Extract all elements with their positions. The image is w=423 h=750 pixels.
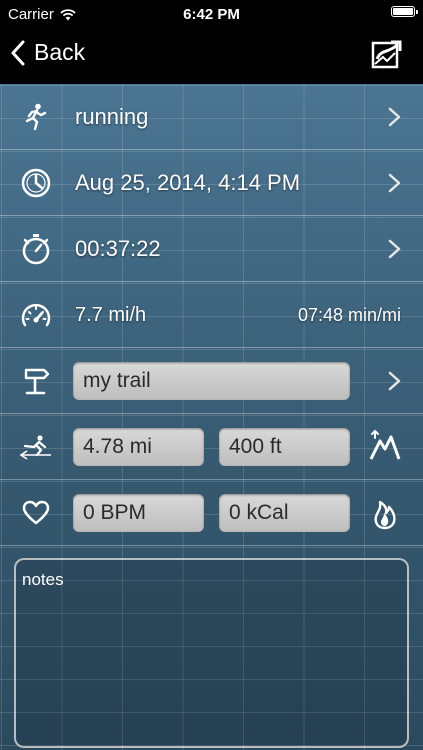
trail-sign-icon — [18, 363, 54, 399]
distance-field[interactable]: 4.78 mi — [73, 428, 204, 466]
status-bar: Carrier 6:42 PM — [0, 0, 423, 30]
datetime-value: Aug 25, 2014, 4:14 PM — [75, 170, 301, 195]
chevron-right-icon — [388, 239, 401, 259]
activity-value: running — [75, 104, 149, 129]
share-icon[interactable] — [371, 39, 403, 71]
row-activity[interactable]: running — [0, 84, 423, 150]
trail-name-field[interactable]: my trail — [73, 362, 350, 400]
chevron-right-icon — [388, 173, 401, 193]
navigation-bar: Back — [0, 30, 423, 84]
duration-value: 00:37:22 — [75, 236, 161, 261]
row-heart: 0 BPM 0 kCal — [0, 480, 423, 546]
heart-rate-field[interactable]: 0 BPM — [73, 494, 204, 532]
notes-textarea[interactable]: notes — [14, 558, 409, 748]
row-speed: 7.7 mi/h 07:48 min/mi — [0, 282, 423, 348]
elevation-field[interactable]: 400 ft — [219, 428, 350, 466]
status-right — [391, 6, 418, 17]
heart-icon — [18, 495, 54, 531]
battery-icon — [391, 6, 418, 17]
notes-placeholder: notes — [22, 570, 64, 589]
calories-field[interactable]: 0 kCal — [219, 494, 350, 532]
speedometer-icon — [18, 297, 54, 333]
row-duration[interactable]: 00:37:22 — [0, 216, 423, 282]
chevron-right-icon — [388, 107, 401, 127]
mountain-icon — [369, 429, 401, 460]
distance-icon — [18, 429, 54, 465]
speed-value: 7.7 mi/h — [75, 304, 147, 326]
chevron-right-icon — [388, 371, 401, 391]
clock-icon — [18, 165, 54, 201]
flame-icon — [374, 500, 396, 530]
status-time: 6:42 PM — [183, 6, 240, 23]
pace-value: 07:48 min/mi — [297, 305, 401, 325]
runner-icon — [18, 99, 54, 135]
stopwatch-icon — [18, 231, 54, 267]
row-date[interactable]: Aug 25, 2014, 4:14 PM — [0, 150, 423, 216]
row-trail[interactable]: my trail — [0, 348, 423, 414]
back-button[interactable]: Back — [10, 39, 85, 66]
back-label: Back — [34, 39, 86, 65]
chevron-left-icon — [11, 40, 25, 65]
row-distance: 4.78 mi 400 ft — [0, 414, 423, 480]
workout-detail: running Aug 25, 2014, 4:14 PM 00:37:22 7… — [0, 84, 423, 750]
